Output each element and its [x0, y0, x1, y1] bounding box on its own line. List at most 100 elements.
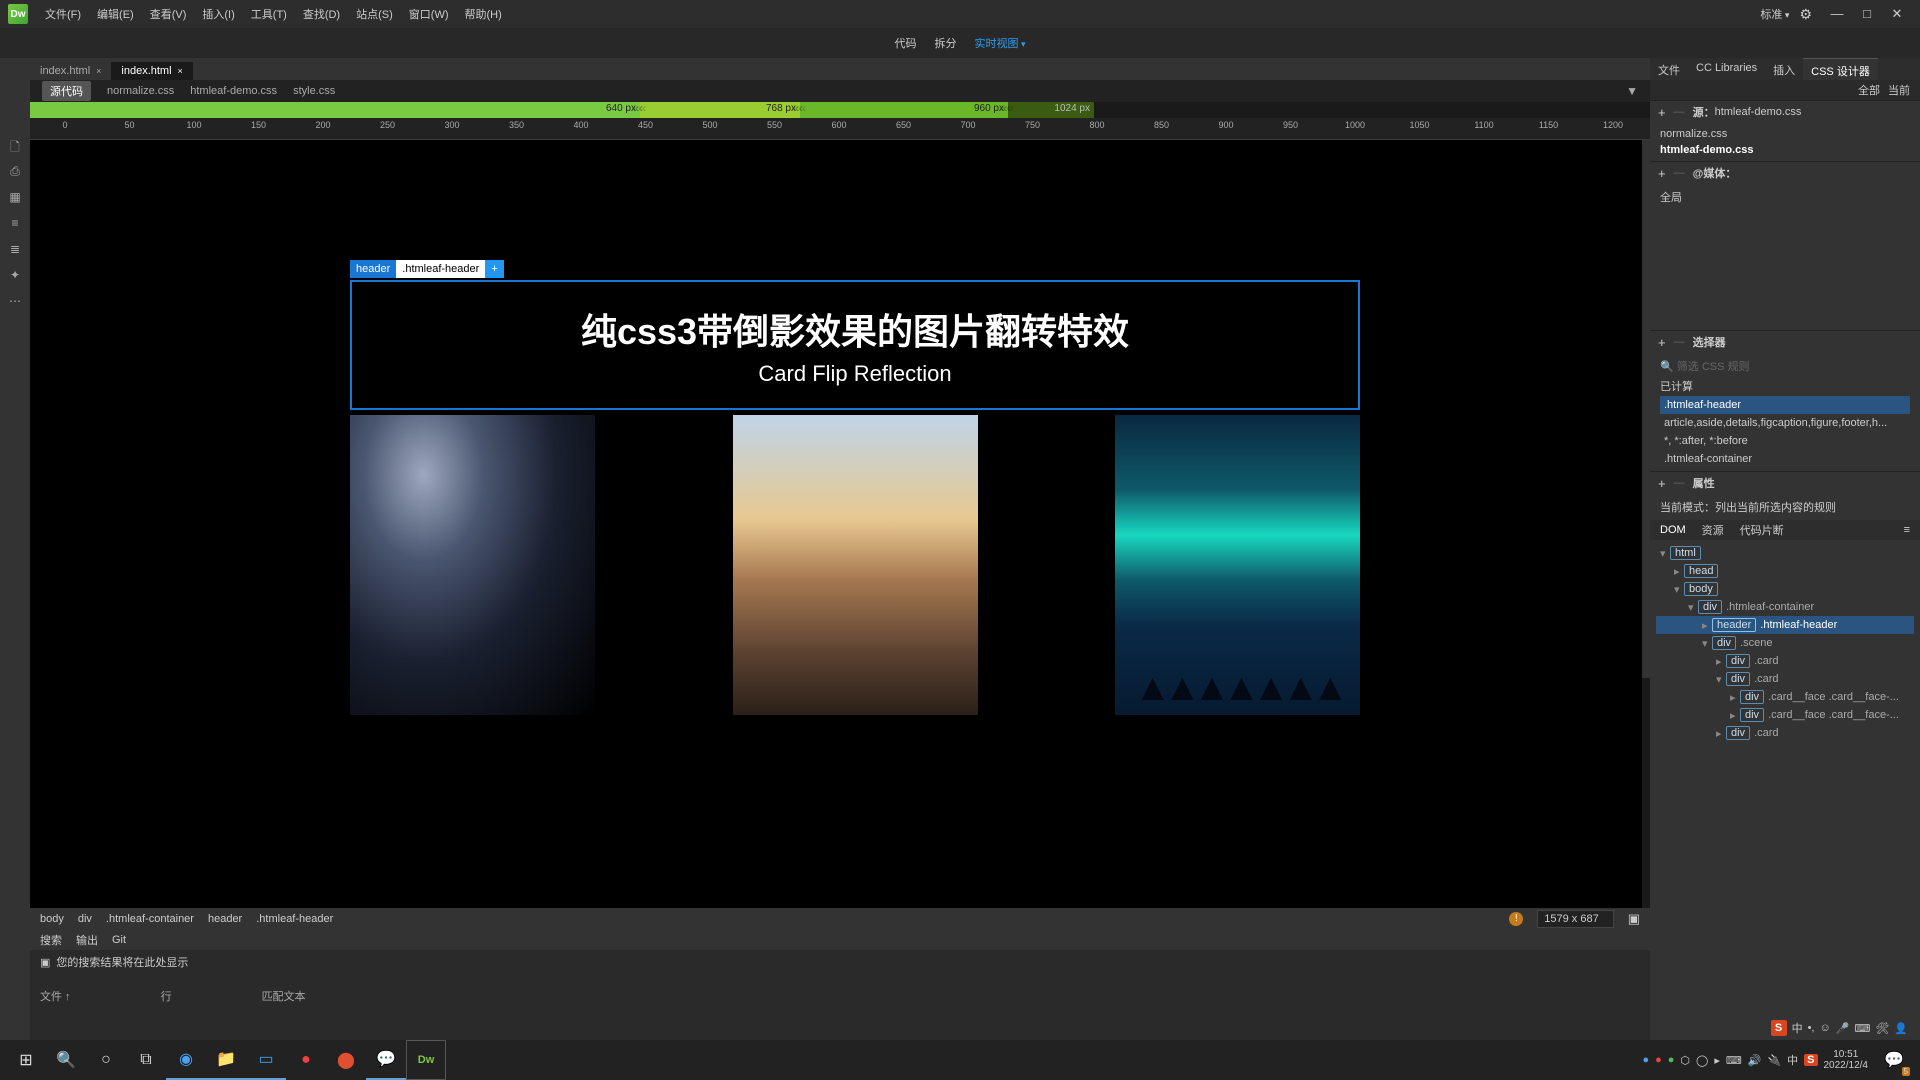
- dom-node[interactable]: ▾html: [1656, 544, 1914, 562]
- taskbar-app[interactable]: ▭: [246, 1040, 286, 1080]
- taskbar-clock[interactable]: 10:51 2022/12/4: [1824, 1049, 1869, 1071]
- related-file[interactable]: style.css: [293, 85, 335, 97]
- menu-item[interactable]: 窗口(W): [402, 2, 456, 26]
- dom-node[interactable]: ▾body: [1656, 580, 1914, 598]
- col-match[interactable]: 匹配文本: [262, 988, 306, 1004]
- gear-icon[interactable]: [1799, 6, 1812, 23]
- dom-node[interactable]: ▾div.card: [1656, 670, 1914, 688]
- taskbar-app[interactable]: 📁: [206, 1040, 246, 1080]
- crumb-item[interactable]: div: [78, 913, 92, 925]
- panel-menu-icon[interactable]: ≡: [1904, 524, 1910, 536]
- right-tab[interactable]: CSS 设计器: [1803, 58, 1878, 80]
- taskbar-app[interactable]: ◉: [166, 1040, 206, 1080]
- dom-tab[interactable]: DOM: [1660, 524, 1686, 536]
- selector-item[interactable]: *, *:after, *:before: [1660, 432, 1910, 450]
- tray-icon[interactable]: S: [1804, 1054, 1817, 1066]
- stop-icon[interactable]: ▣: [40, 956, 50, 969]
- minimize-button[interactable]: —: [1822, 6, 1852, 22]
- taskbar-app-dreamweaver[interactable]: Dw: [406, 1040, 446, 1080]
- taskbar-app[interactable]: ●: [286, 1040, 326, 1080]
- col-file[interactable]: 文件 ↑: [40, 988, 71, 1004]
- dom-node[interactable]: ▾div.htmleaf-container: [1656, 598, 1914, 616]
- source-item[interactable]: normalize.css: [1660, 126, 1910, 142]
- tool-more-icon[interactable]: ⋯: [5, 294, 25, 312]
- dom-node[interactable]: ▾div.scene: [1656, 634, 1914, 652]
- source-code-tab[interactable]: 源代码: [42, 81, 91, 101]
- workspace-selector[interactable]: 标准: [1760, 6, 1789, 22]
- dom-node[interactable]: ▸div.card__face .card__face-...: [1656, 688, 1914, 706]
- add-media-button[interactable]: +: [1658, 166, 1666, 181]
- dom-node[interactable]: ▸header.htmleaf-header: [1656, 616, 1914, 634]
- right-tab[interactable]: 文件: [1650, 58, 1688, 80]
- preview-card[interactable]: [1115, 415, 1360, 715]
- cortana-icon[interactable]: ○: [86, 1040, 126, 1080]
- file-tab[interactable]: index.html×: [111, 62, 192, 80]
- snippets-tab[interactable]: 代码片断: [1740, 522, 1784, 538]
- menu-item[interactable]: 查看(V): [143, 2, 194, 26]
- close-button[interactable]: ✕: [1882, 6, 1912, 22]
- css-current-tab[interactable]: 当前: [1888, 82, 1910, 98]
- dom-node[interactable]: ▸div.card: [1656, 652, 1914, 670]
- crumb-item[interactable]: .htmleaf-header: [256, 913, 333, 925]
- tool-insert-icon[interactable]: ≡: [5, 216, 25, 234]
- file-tab[interactable]: index.html×: [30, 62, 111, 80]
- menu-item[interactable]: 站点(S): [349, 2, 400, 26]
- crumb-item[interactable]: header: [208, 913, 242, 925]
- filter-icon[interactable]: ▼: [1626, 84, 1638, 98]
- view-code[interactable]: 代码: [894, 35, 916, 51]
- taskbar-search-icon[interactable]: 🔍: [46, 1040, 86, 1080]
- tray-icon[interactable]: ⬡: [1680, 1054, 1690, 1067]
- assets-tab[interactable]: 资源: [1702, 522, 1724, 538]
- view-split[interactable]: 拆分: [934, 35, 956, 51]
- media-item[interactable]: 全局: [1660, 187, 1910, 207]
- tray-icon[interactable]: ●: [1655, 1054, 1662, 1066]
- volume-icon[interactable]: 🔊: [1748, 1054, 1762, 1067]
- menu-item[interactable]: 查找(D): [296, 2, 347, 26]
- selector-item[interactable]: .htmleaf-container: [1660, 450, 1910, 468]
- taskbar-app[interactable]: ⬤: [326, 1040, 366, 1080]
- live-viewport[interactable]: header .htmleaf-header + 纯css3带倒影效果的图片翻转…: [30, 140, 1650, 908]
- error-indicator-icon[interactable]: !: [1509, 912, 1523, 926]
- col-line[interactable]: 行: [161, 988, 172, 1004]
- preview-card[interactable]: [733, 415, 978, 715]
- tool-manage-icon[interactable]: ⎙: [5, 164, 25, 182]
- right-tab[interactable]: 插入: [1765, 58, 1803, 80]
- tray-icon[interactable]: ●: [1642, 1054, 1649, 1066]
- menu-item[interactable]: 帮助(H): [458, 2, 509, 26]
- tray-icon[interactable]: ▸: [1714, 1054, 1720, 1067]
- crumb-item[interactable]: .htmleaf-container: [106, 913, 194, 925]
- ime-toolbar[interactable]: S 中•,☺🎤⌨🛠👤: [1767, 1018, 1912, 1038]
- preview-card[interactable]: [350, 415, 595, 715]
- dom-tree[interactable]: ▾html▸head▾body▾div.htmleaf-container▸he…: [1650, 540, 1920, 800]
- preview-icon[interactable]: ▣: [1628, 911, 1640, 927]
- viewport-scrollbar[interactable]: [1642, 140, 1650, 908]
- ime-indicator[interactable]: 中: [1787, 1052, 1798, 1068]
- add-selector-button[interactable]: +: [1658, 335, 1666, 350]
- selector-filter-input[interactable]: 筛选 CSS 规则: [1677, 361, 1750, 373]
- tool-image-icon[interactable]: ▦: [5, 190, 25, 208]
- output-tab-output[interactable]: 输出: [76, 932, 98, 948]
- tool-file-icon[interactable]: 🗋: [5, 138, 25, 156]
- tray-icon[interactable]: 🔌: [1767, 1054, 1781, 1067]
- css-all-tab[interactable]: 全部: [1858, 82, 1880, 98]
- viewport-size-display[interactable]: 1579 x 687: [1537, 910, 1613, 928]
- menu-item[interactable]: 工具(T): [244, 2, 294, 26]
- related-file[interactable]: htmleaf-demo.css: [190, 85, 277, 97]
- tray-icon[interactable]: ●: [1668, 1054, 1675, 1066]
- tray-icon[interactable]: ◯: [1696, 1054, 1708, 1067]
- output-tab-git[interactable]: Git: [112, 934, 126, 946]
- right-tab[interactable]: CC Libraries: [1688, 58, 1765, 80]
- crumb-item[interactable]: body: [40, 913, 64, 925]
- computed-row[interactable]: 已计算: [1660, 376, 1910, 396]
- selector-item[interactable]: .htmleaf-header: [1660, 396, 1910, 414]
- menu-item[interactable]: 编辑(E): [90, 2, 141, 26]
- selected-class-name[interactable]: .htmleaf-header: [396, 260, 485, 278]
- menu-item[interactable]: 插入(I): [195, 2, 241, 26]
- system-tray[interactable]: ● ● ● ⬡ ◯ ▸ ⌨ 🔊 🔌 中 S: [1642, 1052, 1817, 1068]
- add-property-button[interactable]: +: [1658, 476, 1666, 491]
- view-live[interactable]: 实时视图: [974, 35, 1025, 51]
- breakpoint-bar[interactable]: 640 px 768 px 960 px 1024 px: [30, 102, 1650, 118]
- source-item[interactable]: htmleaf-demo.css: [1660, 142, 1910, 158]
- menu-item[interactable]: 文件(F): [38, 2, 88, 26]
- tool-list-icon[interactable]: ≣: [5, 242, 25, 260]
